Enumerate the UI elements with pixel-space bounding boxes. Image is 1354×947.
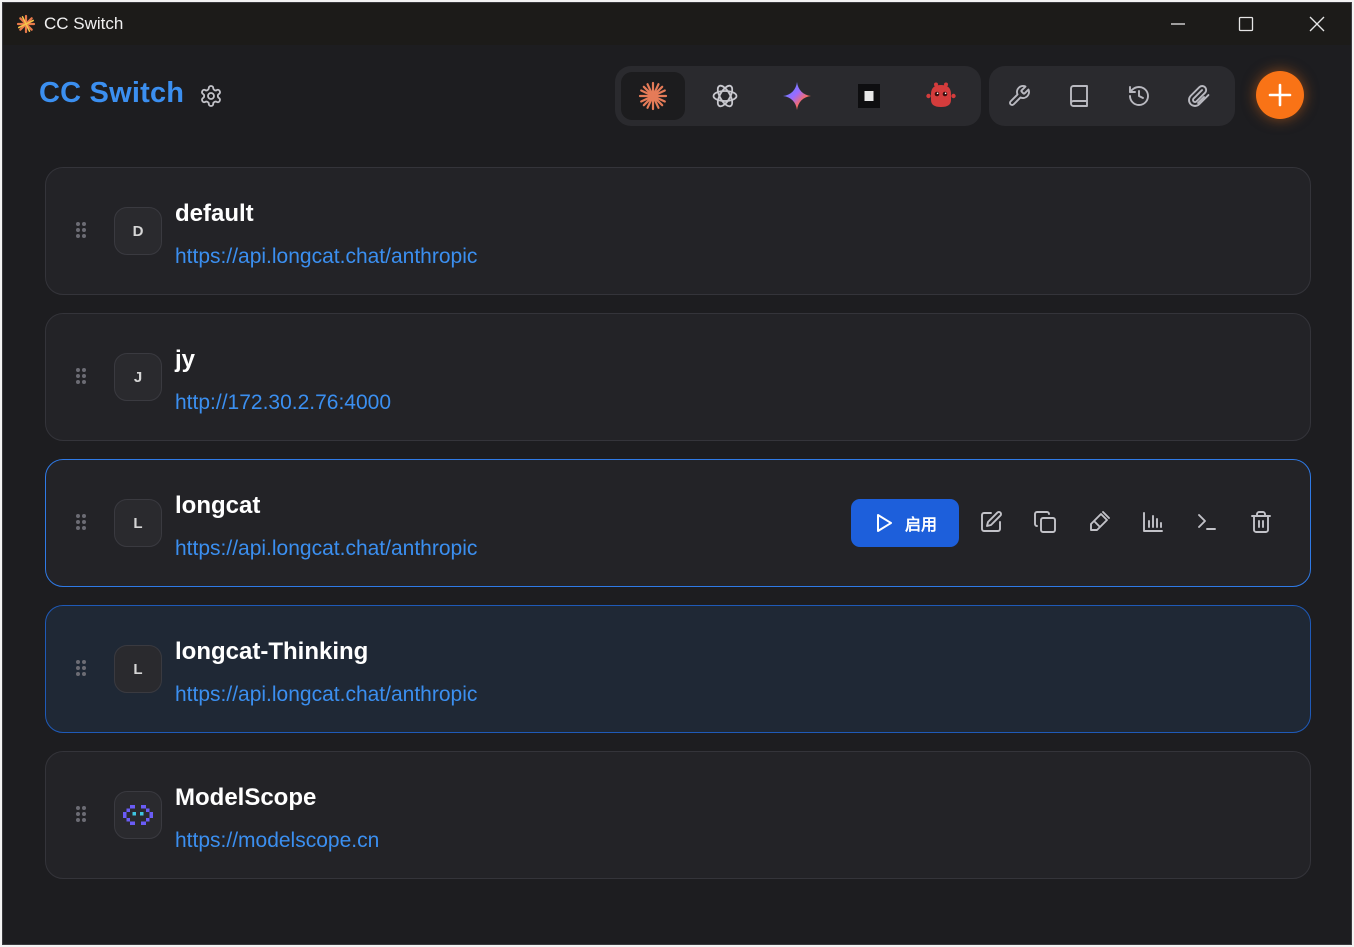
duplicate-icon <box>1034 511 1056 533</box>
edit-button[interactable] <box>976 507 1006 537</box>
book-icon <box>1070 85 1088 107</box>
usage-button[interactable] <box>1138 507 1168 537</box>
paperclip-icon <box>1188 85 1210 107</box>
drag-handle-icon[interactable] <box>76 222 88 242</box>
provider-url[interactable]: https://api.longcat.chat/anthropic <box>175 245 477 269</box>
plus-icon <box>1268 83 1292 107</box>
avatar: L <box>114 645 162 693</box>
drag-handle-icon[interactable] <box>76 660 88 680</box>
close-icon <box>1309 16 1325 32</box>
provider-url[interactable]: https://api.longcat.chat/anthropic <box>175 683 477 707</box>
usage-chart-icon <box>1143 512 1163 532</box>
avatar: J <box>114 353 162 401</box>
play-icon <box>876 514 892 532</box>
tab-bot[interactable] <box>909 72 973 120</box>
square-terminal-icon <box>858 84 880 108</box>
avatar: L <box>114 499 162 547</box>
provider-name: ModelScope <box>175 784 317 811</box>
minimize-button[interactable] <box>1144 3 1212 45</box>
edit-icon <box>981 511 1002 532</box>
window-title: CC Switch <box>44 14 124 33</box>
provider-name: default <box>175 200 254 227</box>
provider-card[interactable]: J jy http://172.30.2.76:4000 <box>45 313 1311 441</box>
provider-name: longcat-Thinking <box>175 638 369 665</box>
openai-knot-icon <box>712 84 738 108</box>
provider-name: jy <box>175 346 196 373</box>
claude-asterisk-icon <box>638 81 668 111</box>
open-terminal-button[interactable] <box>1192 507 1222 537</box>
tab-claude[interactable] <box>621 72 685 120</box>
attach-button[interactable] <box>1169 72 1229 120</box>
drag-handle-icon[interactable] <box>76 514 88 534</box>
history-button[interactable] <box>1109 72 1169 120</box>
provider-card[interactable]: D default https://api.longcat.chat/anthr… <box>45 167 1311 295</box>
terminal-icon <box>1198 514 1216 530</box>
delete-button[interactable] <box>1246 507 1276 537</box>
provider-card[interactable]: ModelScope https://modelscope.cn <box>45 751 1311 879</box>
maximize-icon <box>1238 16 1254 32</box>
tab-gemini[interactable] <box>765 72 829 120</box>
provider-card-current[interactable]: L longcat-Thinking https://api.longcat.c… <box>45 605 1311 733</box>
history-icon <box>1129 86 1149 106</box>
provider-url[interactable]: https://api.longcat.chat/anthropic <box>175 537 477 561</box>
provider-url[interactable]: https://modelscope.cn <box>175 829 379 853</box>
brand-title: CC Switch <box>39 77 185 109</box>
gemini-star-icon <box>783 82 811 110</box>
trash-icon <box>1251 511 1271 533</box>
title-bar[interactable]: CC Switch <box>3 3 1351 45</box>
provider-url[interactable]: http://172.30.2.76:4000 <box>175 391 391 415</box>
enable-button[interactable]: 启用 <box>851 499 959 547</box>
red-bot-icon <box>926 82 956 107</box>
close-window-button[interactable] <box>1283 3 1351 45</box>
app-window: CC Switch CC Switch D default https://ap… <box>2 2 1352 945</box>
drag-handle-icon[interactable] <box>76 806 88 826</box>
test-icon <box>1090 511 1110 531</box>
avatar: D <box>114 207 162 255</box>
docs-button[interactable] <box>1049 72 1109 120</box>
duplicate-button[interactable] <box>1030 507 1060 537</box>
app-logo-icon <box>16 14 36 34</box>
wrench-icon <box>1009 85 1030 106</box>
provider-name: longcat <box>175 492 261 519</box>
test-button[interactable] <box>1084 507 1114 537</box>
drag-handle-icon[interactable] <box>76 368 88 388</box>
app-switcher <box>615 66 981 126</box>
minimize-icon <box>1171 23 1185 25</box>
tab-terminal-app[interactable] <box>837 72 901 120</box>
tool-bar <box>989 66 1235 126</box>
config-button[interactable] <box>989 72 1049 120</box>
maximize-button[interactable] <box>1212 3 1280 45</box>
avatar <box>114 791 162 839</box>
tab-openai[interactable] <box>693 72 757 120</box>
gear-icon[interactable] <box>199 84 223 108</box>
provider-card[interactable]: L longcat https://api.longcat.chat/anthr… <box>45 459 1311 587</box>
main-content: CC Switch D default https://api.longcat.… <box>3 45 1351 944</box>
modelscope-logo-icon <box>123 805 153 825</box>
enable-label: 启用 <box>904 517 937 534</box>
add-provider-button[interactable] <box>1256 71 1304 119</box>
